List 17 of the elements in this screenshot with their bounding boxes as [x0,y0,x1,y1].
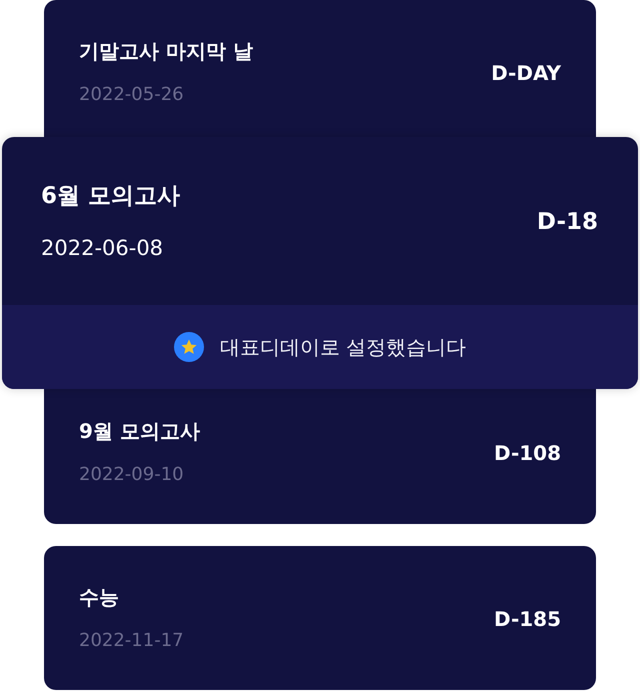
notice-text: 대표디데이로 설정했습니다 [220,334,466,360]
d-day-count: D-185 [494,606,561,632]
d-day-count: D-108 [494,440,561,466]
event-date: 2022-05-26 [79,82,185,106]
event-card[interactable]: 6월 모의고사 2022-06-08 D-18 대표디데이로 설정했습니다 [2,137,638,389]
event-date: 2022-06-08 [41,235,164,261]
event-title: 9월 모의고사 [79,418,200,444]
event-title: 수능 [79,584,120,610]
event-date: 2022-09-10 [79,462,185,486]
event-card[interactable]: 9월 모의고사 2022-09-10 D-108 [44,389,596,524]
event-date: 2022-11-17 [79,628,184,652]
event-card[interactable]: 기말고사 마지막 날 2022-05-26 D-DAY [44,0,596,137]
d-day-count: D-18 [536,209,598,235]
d-day-count: D-DAY [491,60,561,86]
event-title: 6월 모의고사 [41,182,180,211]
event-card[interactable]: 수능 2022-11-17 D-185 [44,546,596,690]
event-title: 기말고사 마지막 날 [79,38,253,64]
